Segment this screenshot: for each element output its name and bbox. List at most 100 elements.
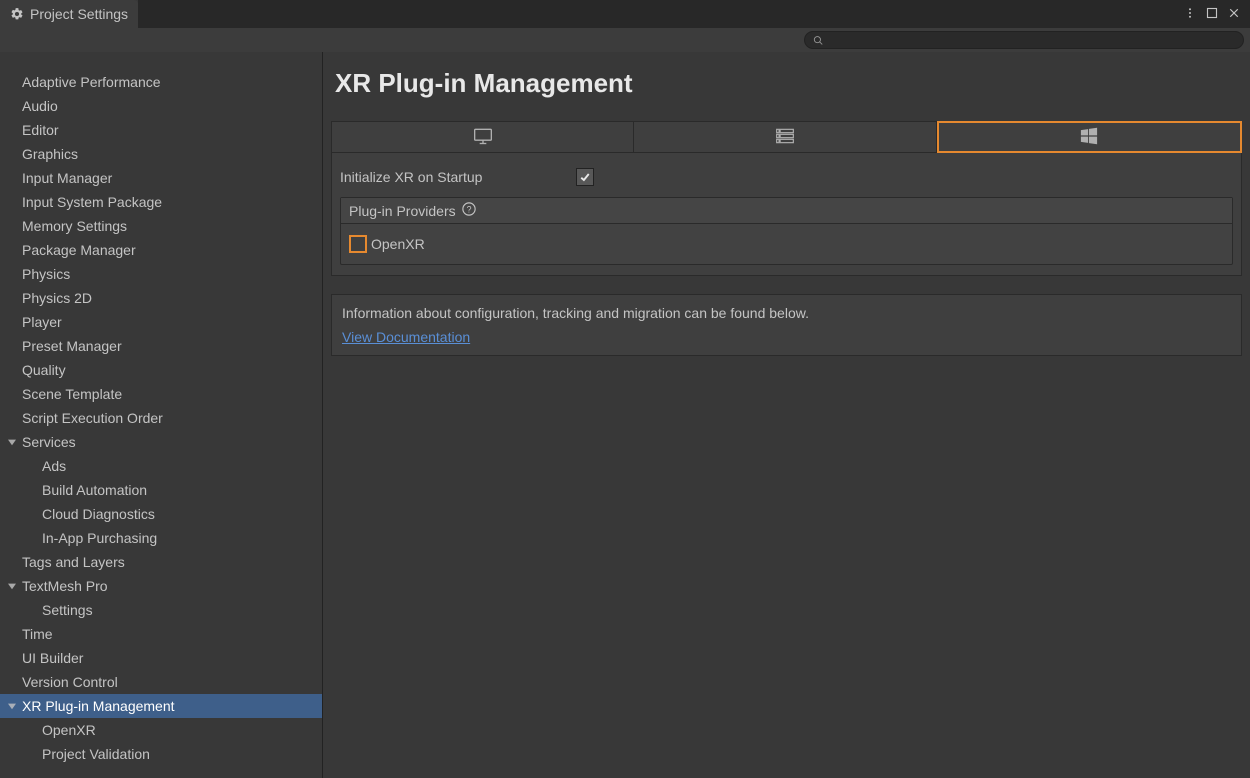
foldout-icon[interactable] xyxy=(8,702,20,710)
sidebar-item-time[interactable]: Time xyxy=(0,622,322,646)
sidebar-item-editor[interactable]: Editor xyxy=(0,118,322,142)
foldout-icon[interactable] xyxy=(8,438,20,446)
sidebar-item-quality[interactable]: Quality xyxy=(0,358,322,382)
sidebar-item-physics[interactable]: Physics xyxy=(0,262,322,286)
sidebar-item-label: Physics 2D xyxy=(22,290,92,306)
sidebar-item-label: Memory Settings xyxy=(22,218,127,234)
main-panel: XR Plug-in Management Initialize XR on S… xyxy=(323,52,1250,778)
sidebar-item-label: Graphics xyxy=(22,146,78,162)
sidebar-item-openxr[interactable]: OpenXR xyxy=(0,718,322,742)
sidebar-item-version-control[interactable]: Version Control xyxy=(0,670,322,694)
foldout-icon[interactable] xyxy=(8,582,20,590)
monitor-icon xyxy=(473,127,493,148)
sidebar-item-label: Project Validation xyxy=(42,746,150,762)
sidebar-item-label: Quality xyxy=(22,362,66,378)
sidebar-item-label: UI Builder xyxy=(22,650,83,666)
sidebar-item-label: Adaptive Performance xyxy=(22,74,161,90)
sidebar-item-label: Settings xyxy=(42,602,93,618)
info-panel: Information about configuration, trackin… xyxy=(331,294,1242,356)
sidebar-item-label: Time xyxy=(22,626,53,642)
sidebar-item-settings[interactable]: Settings xyxy=(0,598,322,622)
sidebar-item-label: Player xyxy=(22,314,62,330)
initialize-checkbox[interactable] xyxy=(576,168,594,186)
maximize-icon[interactable] xyxy=(1206,6,1218,22)
provider-checkbox-openxr[interactable] xyxy=(349,235,367,253)
sidebar-item-cloud-diagnostics[interactable]: Cloud Diagnostics xyxy=(0,502,322,526)
provider-label: OpenXR xyxy=(371,236,425,252)
sidebar-item-label: Package Manager xyxy=(22,242,136,258)
window-tab[interactable]: Project Settings xyxy=(0,0,138,28)
sidebar-item-adaptive-performance[interactable]: Adaptive Performance xyxy=(0,70,322,94)
provider-row-openxr: OpenXR xyxy=(349,230,1224,258)
sidebar-item-services[interactable]: Services xyxy=(0,430,322,454)
sidebar-item-label: Editor xyxy=(22,122,59,138)
sidebar-item-package-manager[interactable]: Package Manager xyxy=(0,238,322,262)
xr-settings-panel: Initialize XR on Startup Plug-in Provide… xyxy=(331,153,1242,276)
sidebar-item-project-validation[interactable]: Project Validation xyxy=(0,742,322,766)
close-icon[interactable] xyxy=(1228,6,1240,22)
sidebar-item-label: Cloud Diagnostics xyxy=(42,506,155,522)
sidebar-item-label: Build Automation xyxy=(42,482,147,498)
titlebar: Project Settings xyxy=(0,0,1250,28)
sidebar-item-label: XR Plug-in Management xyxy=(22,698,175,714)
sidebar-item-script-execution-order[interactable]: Script Execution Order xyxy=(0,406,322,430)
initialize-label: Initialize XR on Startup xyxy=(340,169,566,185)
titlebar-spacer xyxy=(138,0,1184,28)
sidebar-item-label: In-App Purchasing xyxy=(42,530,157,546)
menu-icon[interactable] xyxy=(1184,6,1196,22)
titlebar-controls xyxy=(1184,0,1250,28)
platform-tabs xyxy=(331,121,1242,153)
initialize-row: Initialize XR on Startup xyxy=(340,163,1233,191)
window-title: Project Settings xyxy=(30,6,128,22)
sidebar-item-physics-2d[interactable]: Physics 2D xyxy=(0,286,322,310)
sidebar-item-label: Input Manager xyxy=(22,170,112,186)
sidebar-item-label: Scene Template xyxy=(22,386,122,402)
server-icon xyxy=(775,128,795,147)
platform-tab-server[interactable] xyxy=(634,121,936,153)
documentation-link[interactable]: View Documentation xyxy=(342,329,470,345)
search-icon xyxy=(813,35,824,46)
sidebar-item-scene-template[interactable]: Scene Template xyxy=(0,382,322,406)
search-input[interactable] xyxy=(830,33,1235,47)
sidebar-item-label: Audio xyxy=(22,98,58,114)
sidebar-item-label: Version Control xyxy=(22,674,118,690)
sidebar-item-preset-manager[interactable]: Preset Manager xyxy=(0,334,322,358)
sidebar-item-ads[interactable]: Ads xyxy=(0,454,322,478)
sidebar-item-label: OpenXR xyxy=(42,722,96,738)
search-field[interactable] xyxy=(804,31,1244,49)
sidebar-item-graphics[interactable]: Graphics xyxy=(0,142,322,166)
sidebar-item-player[interactable]: Player xyxy=(0,310,322,334)
sidebar-item-label: Ads xyxy=(42,458,66,474)
windows-icon xyxy=(1080,127,1098,148)
providers-header: Plug-in Providers ? xyxy=(341,198,1232,224)
page-title: XR Plug-in Management xyxy=(331,68,1242,99)
sidebar-item-tags-and-layers[interactable]: Tags and Layers xyxy=(0,550,322,574)
platform-tab-monitor[interactable] xyxy=(331,121,634,153)
sidebar-item-audio[interactable]: Audio xyxy=(0,94,322,118)
sidebar-item-label: Services xyxy=(22,434,76,450)
sidebar-item-xr-plug-in-management[interactable]: XR Plug-in Management xyxy=(0,694,322,718)
providers-section: Plug-in Providers ? OpenXR xyxy=(340,197,1233,265)
providers-body: OpenXR xyxy=(341,224,1232,264)
sidebar-item-ui-builder[interactable]: UI Builder xyxy=(0,646,322,670)
sidebar-item-input-manager[interactable]: Input Manager xyxy=(0,166,322,190)
sidebar-item-build-automation[interactable]: Build Automation xyxy=(0,478,322,502)
sidebar-item-label: Physics xyxy=(22,266,70,282)
svg-text:?: ? xyxy=(466,205,471,215)
platform-tab-windows[interactable] xyxy=(937,121,1242,153)
gear-icon xyxy=(10,7,24,21)
help-icon[interactable]: ? xyxy=(462,202,476,219)
sidebar-item-label: Preset Manager xyxy=(22,338,122,354)
info-text: Information about configuration, trackin… xyxy=(342,305,1231,321)
sidebar-item-memory-settings[interactable]: Memory Settings xyxy=(0,214,322,238)
sidebar-item-label: Tags and Layers xyxy=(22,554,125,570)
sidebar-item-label: TextMesh Pro xyxy=(22,578,108,594)
sidebar-item-textmesh-pro[interactable]: TextMesh Pro xyxy=(0,574,322,598)
sidebar-item-in-app-purchasing[interactable]: In-App Purchasing xyxy=(0,526,322,550)
sidebar-item-label: Input System Package xyxy=(22,194,162,210)
sidebar-item-input-system-package[interactable]: Input System Package xyxy=(0,190,322,214)
toolbar xyxy=(0,28,1250,52)
sidebar: Adaptive Performance Audio Editor Graphics I… xyxy=(0,52,323,778)
sidebar-item-label: Script Execution Order xyxy=(22,410,163,426)
providers-header-label: Plug-in Providers xyxy=(349,203,456,219)
